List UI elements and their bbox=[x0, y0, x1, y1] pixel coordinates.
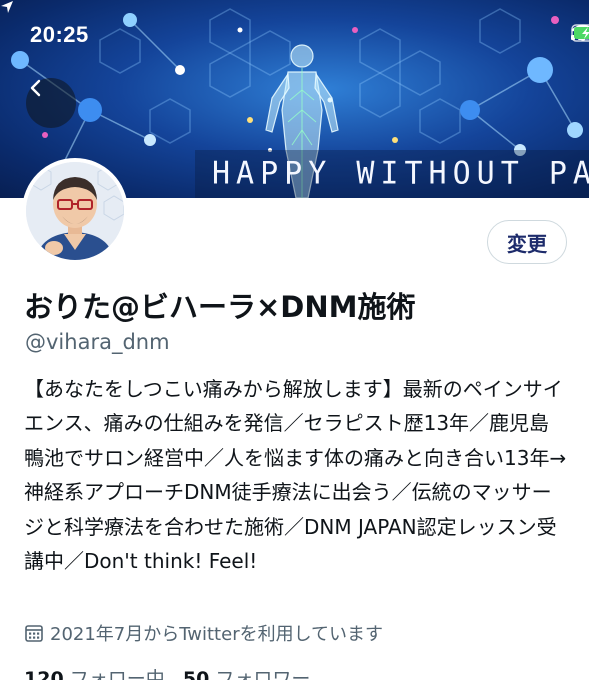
following-count: 120 bbox=[24, 668, 64, 680]
back-button[interactable] bbox=[26, 78, 76, 128]
banner-text: HAPPY WITHOUT PAIN bbox=[212, 155, 589, 192]
chevron-left-icon bbox=[30, 79, 41, 97]
joined-date: 2021年7月からTwitterを利用しています bbox=[24, 620, 383, 646]
location-arrow-icon bbox=[1, 1, 13, 13]
following-link[interactable]: 120 フォロー中 bbox=[24, 668, 165, 680]
avatar[interactable] bbox=[22, 158, 128, 264]
followers-count: 50 bbox=[182, 668, 210, 680]
calendar-icon bbox=[25, 625, 43, 642]
followers-label: フォロワー bbox=[215, 668, 311, 680]
joined-date-text: 2021年7月からTwitterを利用しています bbox=[50, 624, 384, 645]
profile-bio: 【あなたをしつこい痛みから解放します】最新のペインサイエンス、痛みの仕組みを発信… bbox=[24, 377, 567, 574]
following-label: フォロー中 bbox=[69, 668, 165, 680]
profile-handle: @vihara_dnm bbox=[25, 330, 170, 354]
avatar-illustration bbox=[26, 162, 124, 260]
followers-link[interactable]: 50 フォロワー bbox=[183, 668, 311, 680]
status-time: 20:25 bbox=[30, 22, 89, 47]
follow-stats: 120 フォロー中 50 フォロワー bbox=[24, 664, 310, 680]
edit-profile-button[interactable]: 変更 bbox=[487, 220, 567, 264]
battery-charging-icon bbox=[571, 24, 589, 42]
profile-display-name: おりた@ビハーラ×DNM施術 bbox=[24, 290, 416, 324]
